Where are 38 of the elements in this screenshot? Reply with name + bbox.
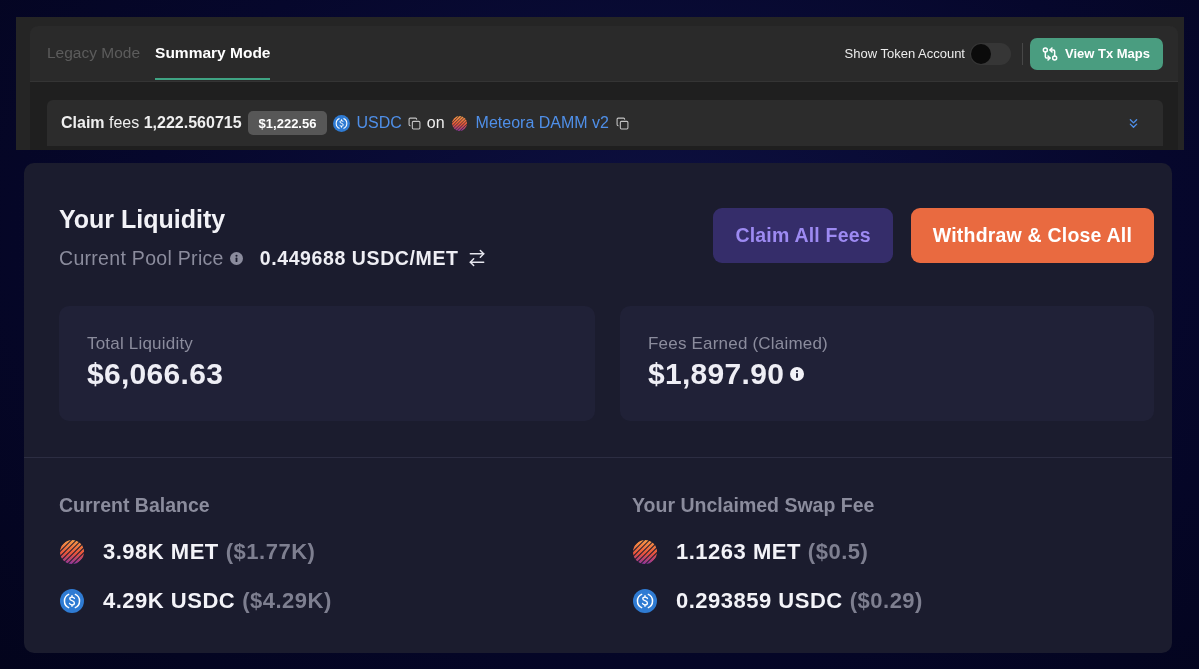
value-badge: $1,222.56 [247,111,328,135]
token-usd-value: ($0.29) [849,588,923,614]
token-link[interactable]: USDC [356,114,402,132]
stat-value: $1,897.90 [648,357,785,391]
stat-label: Fees Earned (Claimed) [648,333,828,354]
info-icon[interactable] [790,367,805,381]
token-amount: 0.293859 USDC [676,588,843,614]
token-usd-value: ($0.5) [807,539,869,565]
secondary-action-button[interactable]: Claim All Fees [713,208,893,263]
view-tx-maps-button[interactable]: View Tx Maps [1030,37,1163,70]
copy-icon[interactable] [615,116,629,130]
compare-arrows-icon [1042,45,1058,62]
panel-title: Your Liquidity [59,205,226,233]
dollar-coin-icon [60,589,84,613]
token-usd-value: ($1.77K) [225,539,316,565]
tab[interactable]: Summary Mode [155,26,271,80]
protocol-link[interactable]: Meteora DAMM v2 [475,114,609,132]
token-amount: 1.1263 MET [676,539,801,565]
price-label: Current Pool Price [59,246,224,270]
striped-disc-icon [60,540,84,564]
token-usd-value: ($4.29K) [242,588,332,614]
striped-disc-icon [451,115,467,131]
primary-action-button[interactable]: Withdraw & Close All [910,208,1154,263]
toggle-label: Show Token Account [844,46,965,61]
stat-label: Total Liquidity [87,333,193,354]
price-value: 0.449688 USDC/MET [259,246,459,270]
striped-disc-icon [633,540,657,564]
connector-text: on [426,114,445,132]
token-amount: 4.29K USDC [103,588,236,614]
claim-summary-text: Claim fees 1,222.560715 [61,114,242,132]
copy-icon[interactable] [407,116,421,130]
dollar-coin-icon [633,589,657,613]
section-label: Your Unclaimed Swap Fee [632,493,875,517]
toggle-switch[interactable] [970,42,1011,65]
token-amount: 3.98K MET [103,539,219,565]
stat-value: $6,066.63 [87,357,224,391]
section-label: Current Balance [59,493,210,517]
dollar-coin-icon [333,114,351,132]
